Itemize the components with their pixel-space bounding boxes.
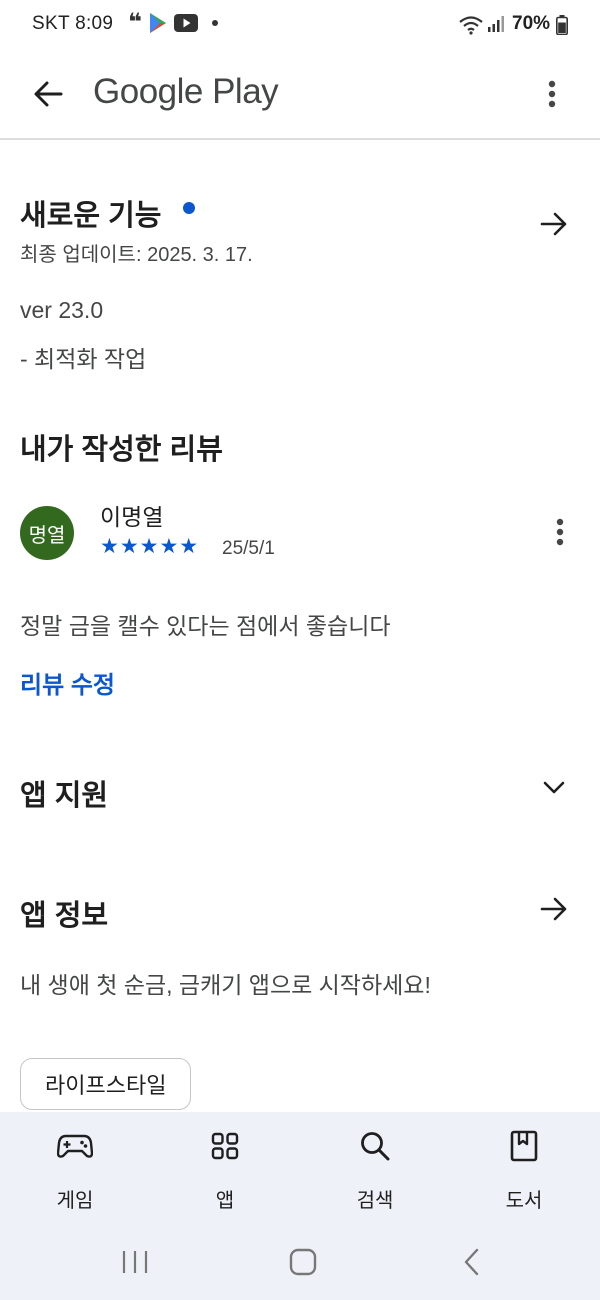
book-icon	[500, 1126, 548, 1166]
battery-icon	[556, 15, 568, 35]
more-vert-icon	[548, 80, 556, 108]
nav-tab-games[interactable]: 게임	[15, 1112, 135, 1222]
review-date: 25/5/1	[222, 538, 275, 559]
nav-label-books: 도서	[505, 1190, 543, 1212]
chevron-down-icon	[543, 781, 565, 794]
star-rating: ★★★★★	[100, 535, 200, 558]
last-updated-text: 최종 업데이트: 2025. 3. 17.	[20, 244, 253, 266]
app-support-title: 앱 지원	[20, 780, 109, 812]
new-indicator-dot	[183, 202, 195, 214]
review-more-options-button[interactable]	[538, 508, 582, 556]
bottom-navigation: 게임 앱 검색 도서	[0, 1112, 600, 1232]
page-title: Google Play	[93, 72, 279, 111]
search-icon	[351, 1126, 399, 1166]
home-icon	[289, 1248, 317, 1276]
app-support-expand-button[interactable]	[532, 766, 576, 810]
review-text: 정말 금을 캘수 있다는 점에서 좋습니다	[20, 613, 391, 639]
edit-review-link[interactable]: 리뷰 수정	[20, 665, 115, 700]
app-bar: Google Play	[0, 50, 600, 140]
gamepad-icon	[51, 1126, 99, 1166]
more-options-button[interactable]	[530, 70, 574, 118]
apps-grid-icon	[201, 1126, 249, 1166]
quote-notification-icon: ❝	[128, 9, 143, 36]
carrier-time: SKT 8:09	[32, 13, 114, 34]
recent-apps-icon	[122, 1251, 148, 1273]
nav-label-search: 검색	[356, 1190, 394, 1212]
nav-tab-books[interactable]: 도서	[464, 1112, 584, 1222]
nav-label-games: 게임	[56, 1190, 94, 1212]
avatar: 명열	[20, 506, 74, 560]
version-text: ver 23.0	[20, 297, 104, 323]
reviewer-name: 이명열	[100, 504, 164, 530]
notification-icons: ❝	[128, 9, 219, 36]
app-info-title: 앱 정보	[20, 900, 109, 932]
play-store-notification-icon	[150, 13, 167, 33]
app-description: 내 생애 첫 순금, 금캐기 앱으로 시작하세요!	[20, 972, 431, 998]
category-chip[interactable]: 라이프스타일	[20, 1058, 192, 1110]
more-notifications-dot	[212, 20, 219, 26]
release-notes-text: - 최적화 작업	[20, 346, 147, 372]
status-bar: SKT 8:09 ❝ 70%	[0, 0, 600, 50]
system-back-button[interactable]	[441, 1240, 501, 1284]
back-button[interactable]	[24, 70, 72, 118]
nav-label-apps: 앱	[215, 1190, 235, 1212]
system-navigation-bar	[0, 1232, 600, 1300]
youtube-notification-icon	[174, 14, 199, 32]
nav-tab-search[interactable]: 검색	[315, 1112, 435, 1222]
signal-icon	[488, 16, 504, 32]
recent-apps-button[interactable]	[105, 1240, 165, 1284]
back-arrow-icon	[34, 81, 63, 107]
home-button[interactable]	[273, 1240, 333, 1284]
battery-percentage: 70%	[512, 13, 551, 34]
nav-tab-apps[interactable]: 앱	[165, 1112, 285, 1222]
whats-new-open-button[interactable]	[532, 202, 576, 246]
more-vert-icon	[556, 518, 564, 546]
app-info-open-button[interactable]	[532, 887, 576, 931]
arrow-right-icon	[540, 897, 567, 921]
wifi-icon	[459, 16, 483, 35]
whats-new-title: 새로운 기능	[20, 200, 162, 232]
arrow-right-icon	[540, 212, 567, 236]
chevron-left-icon	[464, 1248, 479, 1276]
my-review-title: 내가 작성한 리뷰	[20, 434, 223, 466]
